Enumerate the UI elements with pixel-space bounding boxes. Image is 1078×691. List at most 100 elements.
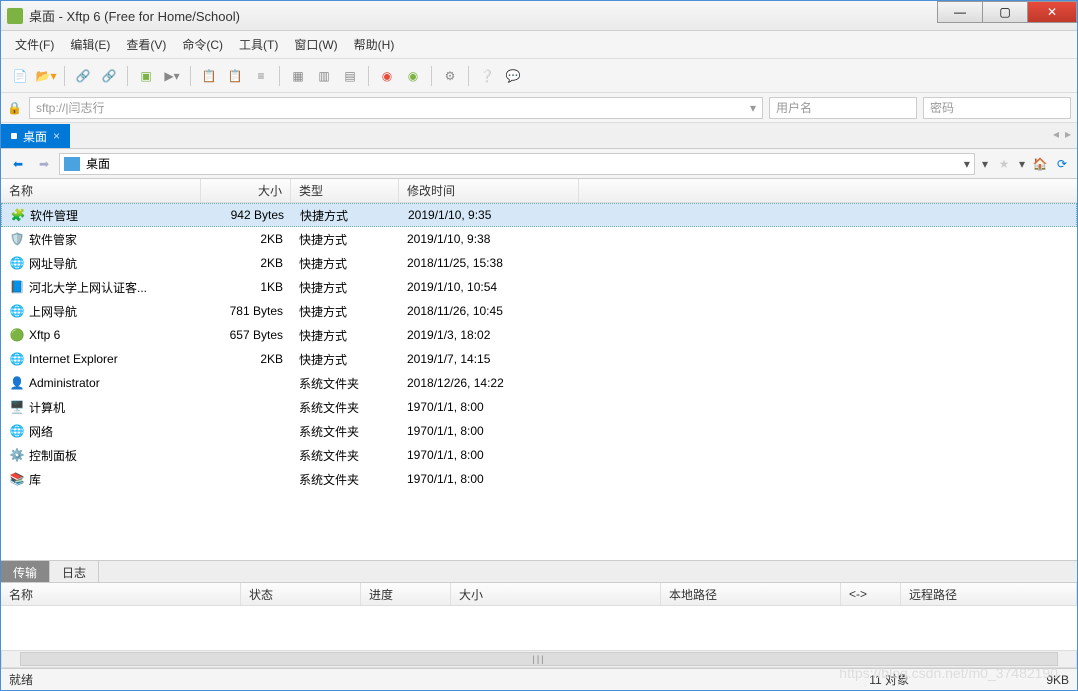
- file-time: 2019/1/10, 9:38: [399, 230, 579, 248]
- file-name: 控制面板: [29, 447, 77, 464]
- file-type: 快捷方式: [291, 301, 399, 322]
- horizontal-scrollbar[interactable]: |||: [1, 650, 1077, 668]
- list-item[interactable]: 🌐网址导航2KB快捷方式2018/11/25, 15:38: [1, 251, 1077, 275]
- unlink-icon[interactable]: 🔗: [98, 65, 120, 87]
- col-name[interactable]: 名称: [1, 179, 201, 202]
- menu-window[interactable]: 窗口(W): [288, 32, 343, 57]
- menu-tool[interactable]: 工具(T): [233, 32, 284, 57]
- file-name: Xftp 6: [29, 328, 60, 342]
- file-listview: 名称 大小 类型 修改时间 🧩软件管理942 Bytes快捷方式2019/1/1…: [1, 179, 1077, 560]
- tcol-progress[interactable]: 进度: [361, 583, 451, 605]
- tcol-remote[interactable]: 远程路径: [901, 583, 1077, 605]
- address-bar-row: 🔒 sftp://|闫志行 ▾ 用户名 密码: [1, 93, 1077, 123]
- new-window-icon[interactable]: ▣: [135, 65, 157, 87]
- file-time: 2018/11/26, 10:45: [399, 302, 579, 320]
- file-size: 657 Bytes: [201, 326, 291, 344]
- forward-button[interactable]: ➡: [33, 153, 55, 175]
- file-size: 781 Bytes: [201, 302, 291, 320]
- file-size: 942 Bytes: [202, 206, 292, 224]
- red-circle-icon[interactable]: ◉: [376, 65, 398, 87]
- tcol-local[interactable]: 本地路径: [661, 583, 841, 605]
- grid-icon[interactable]: ▥: [313, 65, 335, 87]
- tab-label: 桌面: [23, 128, 47, 145]
- list-item[interactable]: 📘河北大学上网认证客...1KB快捷方式2019/1/10, 10:54: [1, 275, 1077, 299]
- maximize-button[interactable]: ▢: [982, 1, 1028, 23]
- tab-close-icon[interactable]: ×: [53, 129, 60, 143]
- open-folder-icon[interactable]: 📂▾: [35, 65, 57, 87]
- menu-command[interactable]: 命令(C): [176, 32, 229, 57]
- list-item[interactable]: 🟢Xftp 6657 Bytes快捷方式2019/1/3, 18:02: [1, 323, 1077, 347]
- green-circle-icon[interactable]: ◉: [402, 65, 424, 87]
- chevron-down-icon[interactable]: ▾: [750, 101, 756, 115]
- home-icon[interactable]: 🏠: [1031, 157, 1049, 171]
- new-session-icon[interactable]: 📄: [9, 65, 31, 87]
- session-tabs: 桌面 × ◂ ▸: [1, 123, 1077, 149]
- list-item[interactable]: 🛡️软件管家2KB快捷方式2019/1/10, 9:38: [1, 227, 1077, 251]
- tcol-status[interactable]: 状态: [241, 583, 361, 605]
- file-size: [201, 405, 291, 409]
- menu-help[interactable]: 帮助(H): [348, 32, 401, 57]
- chevron-down-icon[interactable]: ▾: [964, 157, 970, 171]
- col-time[interactable]: 修改时间: [399, 179, 579, 202]
- chat-icon[interactable]: 💬: [502, 65, 524, 87]
- menu-file[interactable]: 文件(F): [9, 32, 60, 57]
- list-item[interactable]: ⚙️控制面板系统文件夹1970/1/1, 8:00: [1, 443, 1077, 467]
- paste-icon[interactable]: 📋: [224, 65, 246, 87]
- file-size: [201, 429, 291, 433]
- help-icon[interactable]: ❔: [476, 65, 498, 87]
- menu-view[interactable]: 查看(V): [120, 32, 172, 57]
- list-item[interactable]: 🧩软件管理942 Bytes快捷方式2019/1/10, 9:35: [1, 203, 1077, 227]
- copy-icon[interactable]: 📋: [198, 65, 220, 87]
- tcol-name[interactable]: 名称: [1, 583, 241, 605]
- close-button[interactable]: ✕: [1027, 1, 1077, 23]
- star-icon[interactable]: ★: [995, 157, 1013, 171]
- col-size[interactable]: 大小: [201, 179, 291, 202]
- refresh-icon[interactable]: ⟳: [1053, 157, 1071, 171]
- separator: [64, 66, 65, 86]
- separator: [190, 66, 191, 86]
- file-icon: 🧩: [10, 207, 26, 223]
- list-header: 名称 大小 类型 修改时间: [1, 179, 1077, 203]
- file-name: 软件管家: [29, 231, 77, 248]
- address-input[interactable]: sftp://|闫志行 ▾: [29, 97, 763, 119]
- username-input[interactable]: 用户名: [769, 97, 917, 119]
- play-icon[interactable]: ▶▾: [161, 65, 183, 87]
- tcol-size[interactable]: 大小: [451, 583, 661, 605]
- separator: [468, 66, 469, 86]
- minimize-button[interactable]: —: [937, 1, 983, 23]
- dropdown-button[interactable]: ▾: [1017, 157, 1027, 171]
- tab-transfer[interactable]: 传输: [1, 561, 50, 582]
- file-type: 系统文件夹: [291, 445, 399, 466]
- tab-prev-icon[interactable]: ◂: [1053, 127, 1059, 141]
- dropdown-button[interactable]: ▾: [979, 157, 991, 171]
- list-item[interactable]: 🌐网络系统文件夹1970/1/1, 8:00: [1, 419, 1077, 443]
- layout-icon[interactable]: ▦: [287, 65, 309, 87]
- password-input[interactable]: 密码: [923, 97, 1071, 119]
- back-button[interactable]: ⬅: [7, 153, 29, 175]
- menubar: 文件(F) 编辑(E) 查看(V) 命令(C) 工具(T) 窗口(W) 帮助(H…: [1, 31, 1077, 59]
- list-item[interactable]: 🖥️计算机系统文件夹1970/1/1, 8:00: [1, 395, 1077, 419]
- app-icon: [7, 8, 23, 24]
- list-item[interactable]: 👤Administrator系统文件夹2018/12/26, 14:22: [1, 371, 1077, 395]
- link-icon[interactable]: 🔗: [72, 65, 94, 87]
- gear-icon[interactable]: ⚙: [439, 65, 461, 87]
- tcol-dir[interactable]: <->: [841, 583, 901, 605]
- list-item[interactable]: 🌐上网导航781 Bytes快捷方式2018/11/26, 10:45: [1, 299, 1077, 323]
- col-type[interactable]: 类型: [291, 179, 399, 202]
- tab-next-icon[interactable]: ▸: [1065, 127, 1071, 141]
- list-icon[interactable]: ≡: [250, 65, 272, 87]
- file-time: 1970/1/1, 8:00: [399, 446, 579, 464]
- file-type: 快捷方式: [291, 325, 399, 346]
- file-size: [201, 453, 291, 457]
- path-combo[interactable]: 桌面 ▾: [59, 153, 975, 175]
- menu-edit[interactable]: 编辑(E): [64, 32, 116, 57]
- file-time: 1970/1/1, 8:00: [399, 470, 579, 488]
- tab-log[interactable]: 日志: [50, 561, 99, 582]
- list-item[interactable]: 📚库系统文件夹1970/1/1, 8:00: [1, 467, 1077, 491]
- scrollbar-thumb[interactable]: |||: [20, 652, 1058, 666]
- tile-icon[interactable]: ▤: [339, 65, 361, 87]
- tab-desktop[interactable]: 桌面 ×: [1, 124, 70, 148]
- list-item[interactable]: 🌐Internet Explorer2KB快捷方式2019/1/7, 14:15: [1, 347, 1077, 371]
- separator: [279, 66, 280, 86]
- file-name: Internet Explorer: [29, 352, 118, 366]
